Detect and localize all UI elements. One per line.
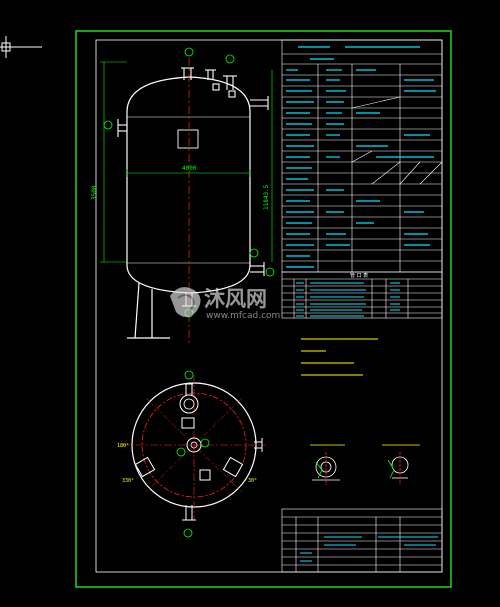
detail-view-a xyxy=(310,444,345,485)
technical-notes-marks xyxy=(301,338,378,376)
nozzle-table-text-marks xyxy=(296,282,400,317)
dimension-texts: 3500 11843.5 4000 xyxy=(91,165,270,210)
watermark-brand: 沐风网 xyxy=(204,287,267,311)
nozzle-table-title: 管 口 表 xyxy=(350,272,368,279)
title-block xyxy=(281,508,443,573)
inner-frame xyxy=(95,39,443,573)
cad-drawing-canvas[interactable]: 3500 11843.5 4000 管 口 表 180° 30° 330° 沐风… xyxy=(0,0,500,607)
svg-text:180°: 180° xyxy=(117,443,129,449)
svg-text:330°: 330° xyxy=(122,478,134,484)
dim-total-height: 11843.5 xyxy=(263,184,270,210)
crosshair-cursor xyxy=(0,36,42,58)
top-nozzles xyxy=(117,67,269,307)
detail-view-c xyxy=(382,444,420,485)
svg-text:30°: 30° xyxy=(248,478,257,484)
watermark-logo-icon xyxy=(170,287,201,317)
watermark-url: www.mfcad.com xyxy=(206,311,280,321)
dimension-lines xyxy=(100,61,273,263)
plan-view xyxy=(122,375,266,521)
dim-left: 3500 xyxy=(91,185,98,200)
watermark: 沐风网 www.mfcad.com xyxy=(170,287,280,321)
dim-width: 4000 xyxy=(182,165,197,172)
design-data-table xyxy=(281,39,443,273)
